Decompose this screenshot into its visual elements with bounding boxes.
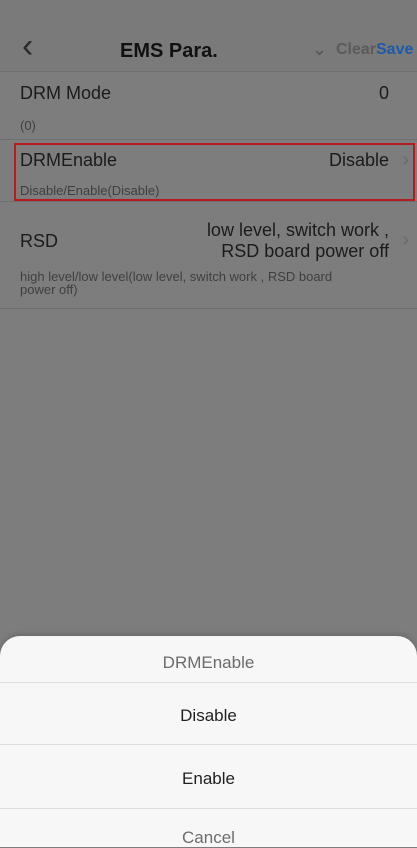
top-navigation-bar: ‹ EMS Para. ⌄ Clear Save <box>0 0 417 70</box>
rsd-value-line-2[interactable]: RSD board power off <box>221 241 389 261</box>
drm-enable-value[interactable]: Disable <box>329 150 389 171</box>
divider <box>0 682 417 683</box>
save-button[interactable]: Save <box>376 41 413 59</box>
chevron-down-icon[interactable]: ⌄ <box>312 39 327 60</box>
divider <box>0 71 417 72</box>
app-screen: ‹ EMS Para. ⌄ Clear Save DRM Mode 0 (0) … <box>0 0 417 847</box>
sheet-option-disable[interactable]: Disable <box>0 706 417 726</box>
rsd-label: RSD <box>20 231 59 251</box>
page-title: EMS Para. <box>120 40 218 62</box>
chevron-right-icon[interactable]: › <box>402 149 409 172</box>
divider <box>0 744 417 745</box>
divider <box>0 139 417 140</box>
divider <box>0 308 417 309</box>
divider <box>0 201 417 202</box>
divider <box>0 808 417 809</box>
sheet-option-enable[interactable]: Enable <box>0 769 417 789</box>
chevron-right-icon[interactable]: › <box>402 229 409 252</box>
drm-enable-description: Disable/Enable(Disable) <box>20 183 160 198</box>
drm-mode-label: DRM Mode <box>20 83 112 103</box>
bottom-sheet: DRMEnable Disable Enable Cancel <box>0 636 417 847</box>
sheet-title: DRMEnable <box>162 653 255 672</box>
clear-button[interactable]: Clear <box>336 41 376 59</box>
drm-enable-label: DRMEnable <box>20 150 118 170</box>
drm-mode-value: 0 <box>378 83 389 103</box>
rsd-value-line-1[interactable]: low level, switch work , <box>207 220 389 240</box>
drm-mode-description: (0) <box>20 118 36 133</box>
rsd-description-line-2: power off) <box>20 282 78 297</box>
back-icon[interactable]: ‹ <box>22 29 54 63</box>
cancel-button[interactable]: Cancel <box>0 828 417 848</box>
